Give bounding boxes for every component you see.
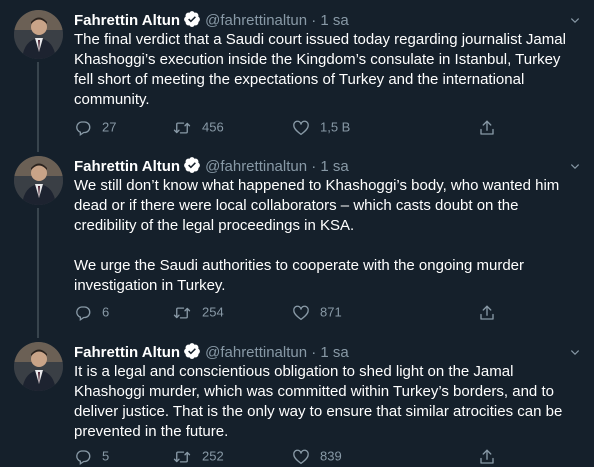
like-count: 839 <box>320 448 342 464</box>
author-handle[interactable]: @fahrettinaltun <box>205 158 307 175</box>
tweet-paragraph: The final verdict that a Saudi court iss… <box>74 31 566 108</box>
avatar-photo <box>14 10 63 59</box>
retweet-button[interactable]: 456 <box>172 117 224 137</box>
like-count: 871 <box>320 304 342 320</box>
tweet-actions: 6 254 871 <box>74 302 514 322</box>
author-name[interactable]: Fahrettin Altun <box>74 12 180 29</box>
share-icon <box>480 120 494 135</box>
separator-dot: · <box>311 158 317 175</box>
heart-icon <box>293 449 309 464</box>
reply-icon <box>76 449 91 465</box>
tweet-time[interactable]: 1 sa <box>320 158 348 175</box>
retweet-count: 252 <box>202 448 224 464</box>
tweet[interactable]: Fahrettin Altun @fahrettinaltun · 1 sa We… <box>0 156 594 338</box>
chevron-down-icon[interactable] <box>568 346 582 360</box>
author-handle[interactable]: @fahrettinaltun <box>205 12 307 29</box>
tweet-text: We still don’t know what happened to Kha… <box>74 176 580 296</box>
heart-icon <box>293 120 309 135</box>
reply-icon <box>76 120 91 136</box>
retweet-icon <box>173 307 191 319</box>
avatar-photo <box>14 156 63 205</box>
reply-button[interactable]: 27 <box>74 117 116 137</box>
chevron-down-icon[interactable] <box>568 160 582 174</box>
tweet-time[interactable]: 1 sa <box>320 344 348 361</box>
tweet-header: Fahrettin Altun @fahrettinaltun · 1 sa <box>74 10 349 30</box>
retweet-button[interactable]: 252 <box>172 446 224 466</box>
tweet-paragraph: We still don’t know what happened to Kha… <box>74 177 560 234</box>
share-icon <box>480 305 494 320</box>
reply-count: 6 <box>102 304 110 320</box>
retweet-button[interactable]: 254 <box>172 302 224 322</box>
tweet-paragraph: It is a legal and conscientious obligati… <box>74 363 563 440</box>
like-button[interactable]: 871 <box>292 302 342 322</box>
tweet-paragraph: We urge the Saudi authorities to coopera… <box>74 257 524 294</box>
reply-count: 5 <box>102 448 110 464</box>
tweet[interactable]: Fahrettin Altun @fahrettinaltun · 1 sa It… <box>0 342 594 465</box>
tweet[interactable]: Fahrettin Altun @fahrettinaltun · 1 sa Th… <box>0 10 594 152</box>
reply-count: 27 <box>102 119 117 135</box>
author-name[interactable]: Fahrettin Altun <box>74 158 180 175</box>
avatar[interactable] <box>14 10 63 59</box>
avatar[interactable] <box>14 342 63 391</box>
reply-button[interactable]: 5 <box>74 446 109 466</box>
tweet-actions: 5 252 839 <box>74 446 514 466</box>
like-button[interactable]: 1,5 B <box>292 117 350 137</box>
tweet-time[interactable]: 1 sa <box>320 12 348 29</box>
retweet-count: 254 <box>202 304 224 320</box>
retweet-icon <box>173 451 191 463</box>
thread-connector-line <box>37 208 39 338</box>
author-name[interactable]: Fahrettin Altun <box>74 344 180 361</box>
share-button[interactable] <box>478 302 506 322</box>
author-handle[interactable]: @fahrettinaltun <box>205 344 307 361</box>
like-count: 1,5 B <box>320 119 351 135</box>
reply-icon <box>76 305 91 321</box>
avatar[interactable] <box>14 156 63 205</box>
tweet-header: Fahrettin Altun @fahrettinaltun · 1 sa <box>74 156 349 176</box>
separator-dot: · <box>311 344 317 361</box>
avatar-photo <box>14 342 63 391</box>
tweet-header: Fahrettin Altun @fahrettinaltun · 1 sa <box>74 342 349 362</box>
tweet-actions: 27 456 1,5 B <box>74 117 514 137</box>
tweet-text: It is a legal and conscientious obligati… <box>74 362 580 442</box>
retweet-count: 456 <box>202 119 224 135</box>
share-icon <box>480 449 494 464</box>
heart-icon <box>293 305 309 320</box>
separator-dot: · <box>311 12 317 29</box>
retweet-icon <box>173 122 191 134</box>
share-button[interactable] <box>478 446 506 466</box>
share-button[interactable] <box>478 117 506 137</box>
chevron-down-icon[interactable] <box>568 14 582 28</box>
reply-button[interactable]: 6 <box>74 302 109 322</box>
tweet-thread: Fahrettin Altun @fahrettinaltun · 1 sa Th… <box>0 0 594 465</box>
tweet-text: The final verdict that a Saudi court iss… <box>74 30 580 110</box>
thread-connector-line <box>37 62 39 152</box>
like-button[interactable]: 839 <box>292 446 342 466</box>
